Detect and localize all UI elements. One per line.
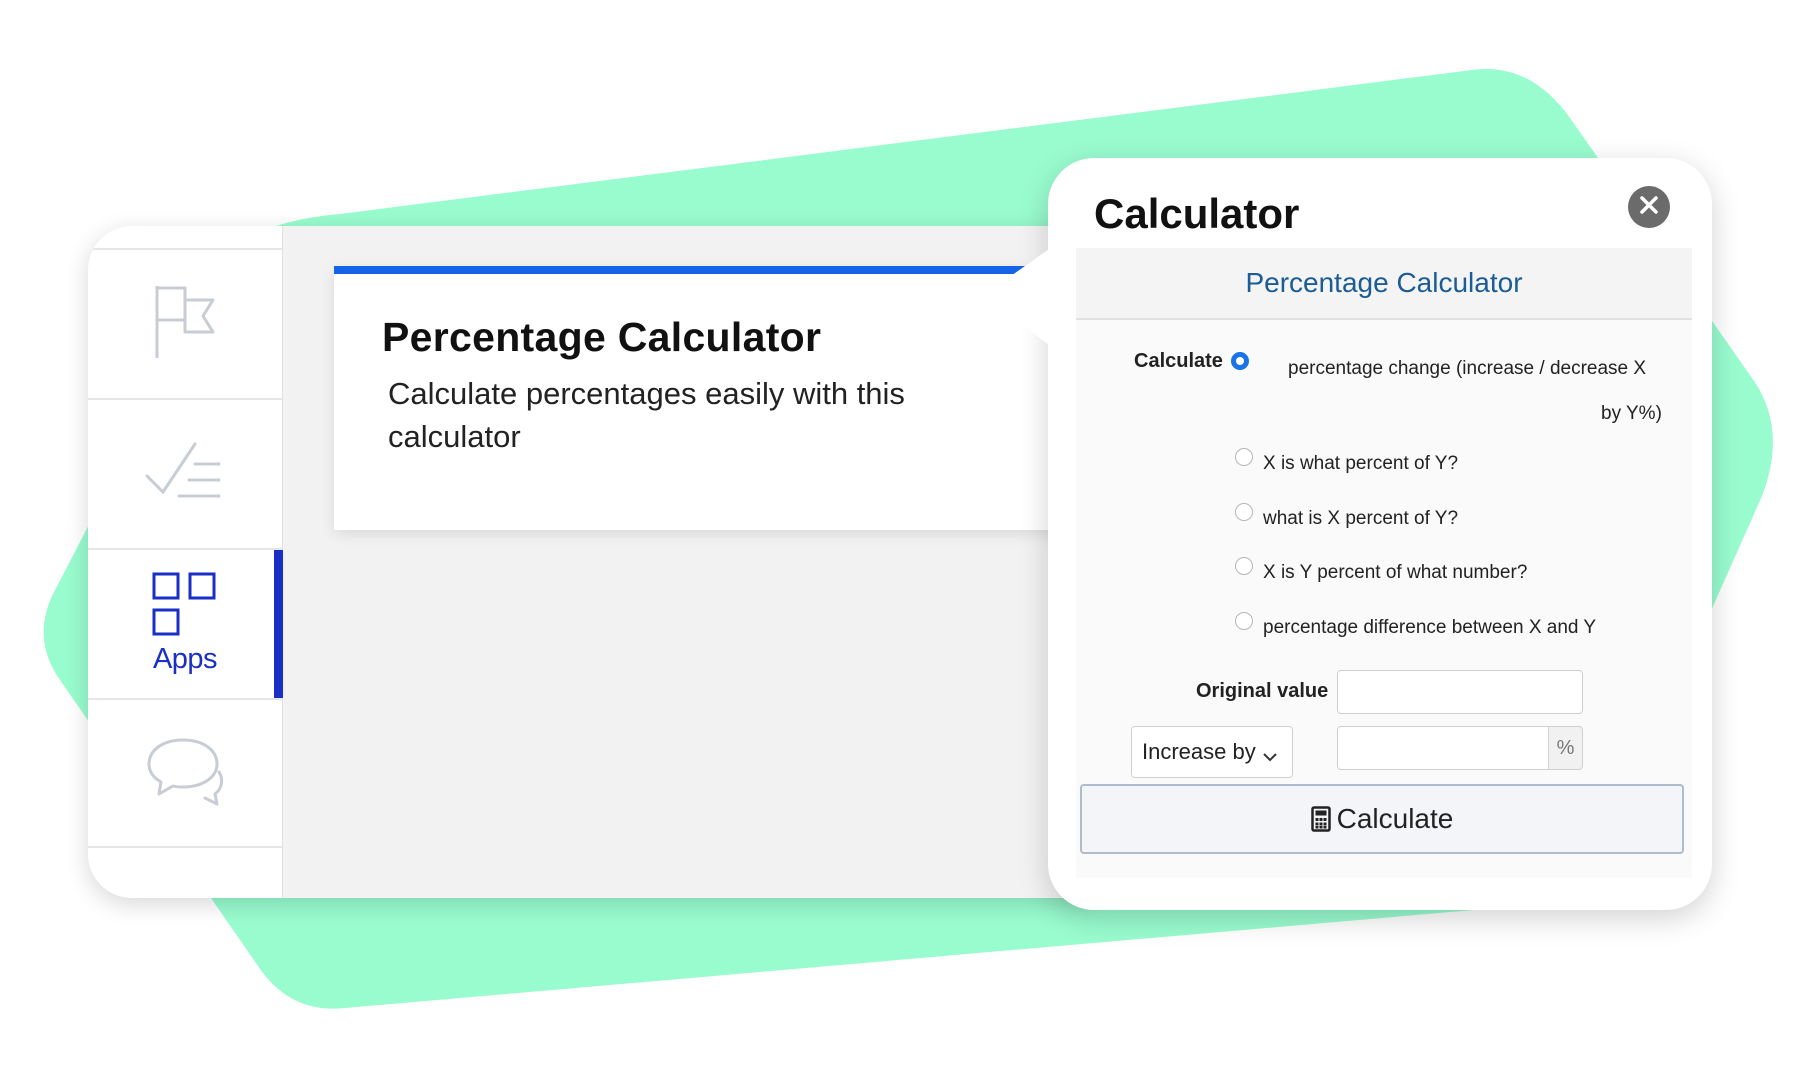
- sidebar-item-tasks[interactable]: [88, 398, 282, 548]
- calculator-panel: Calculator Percentage Calculator Calcula…: [990, 158, 1712, 910]
- calculator-subtitle: Percentage Calculator: [1076, 248, 1692, 320]
- app-window: Apps Percentage Calculator Calculate per…: [88, 226, 1088, 898]
- card-title: Percentage Calculator: [382, 314, 822, 360]
- popover-pointer: [990, 244, 1056, 350]
- radio-x-is-y-percent-of-what[interactable]: [1235, 557, 1253, 575]
- option-label: percentage difference between X and Y: [1263, 617, 1597, 638]
- original-value-label: Original value: [1196, 680, 1329, 702]
- stage: Apps Percentage Calculator Calculate per…: [0, 0, 1809, 1092]
- option-label: what is X percent of Y?: [1263, 508, 1459, 529]
- radio-percentage-difference[interactable]: [1235, 612, 1253, 630]
- option-label: X is what percent of Y?: [1263, 453, 1459, 474]
- option-label-continued: by Y%): [1601, 403, 1662, 424]
- sidebar-item-label: Apps: [152, 643, 218, 675]
- percent-addon: %: [1549, 726, 1583, 770]
- calculator-body: Percentage Calculator Calculate percenta…: [1076, 248, 1692, 878]
- calculate-label: Calculate: [1134, 350, 1223, 372]
- apps-grid-icon: [150, 572, 220, 641]
- flag-icon: [149, 282, 221, 367]
- radio-percentage-change[interactable]: [1231, 352, 1249, 370]
- checklist-icon: [145, 440, 225, 509]
- radio-x-what-percent-of-y[interactable]: [1235, 448, 1253, 466]
- percent-value-input[interactable]: [1337, 726, 1549, 770]
- close-button[interactable]: [1628, 186, 1670, 228]
- mode-select-value: Increase by: [1142, 739, 1256, 764]
- app-info-card[interactable]: Percentage Calculator Calculate percenta…: [334, 266, 1088, 530]
- sidebar: Apps: [88, 226, 283, 898]
- calculator-icon: [1310, 806, 1331, 832]
- mode-select[interactable]: Increase by: [1131, 726, 1293, 778]
- close-icon: [1639, 195, 1659, 220]
- sidebar-item-flag[interactable]: [88, 248, 282, 398]
- sidebar-item-apps[interactable]: Apps: [88, 548, 283, 698]
- panel-title: Calculator: [1094, 190, 1300, 237]
- option-label: percentage change (increase / decrease X: [1288, 358, 1647, 379]
- original-value-input[interactable]: [1337, 670, 1583, 714]
- sidebar-item-chat[interactable]: [88, 698, 282, 848]
- calculate-button-label: Calculate: [1336, 803, 1454, 834]
- chevron-down-icon: [1262, 743, 1278, 769]
- calculate-button[interactable]: Calculate: [1080, 784, 1684, 854]
- option-label: X is Y percent of what number?: [1263, 562, 1528, 583]
- radio-what-is-x-percent-of-y[interactable]: [1235, 503, 1253, 521]
- chat-bubbles-icon: [145, 734, 225, 813]
- card-description: Calculate percentages easily with this c…: [388, 376, 905, 454]
